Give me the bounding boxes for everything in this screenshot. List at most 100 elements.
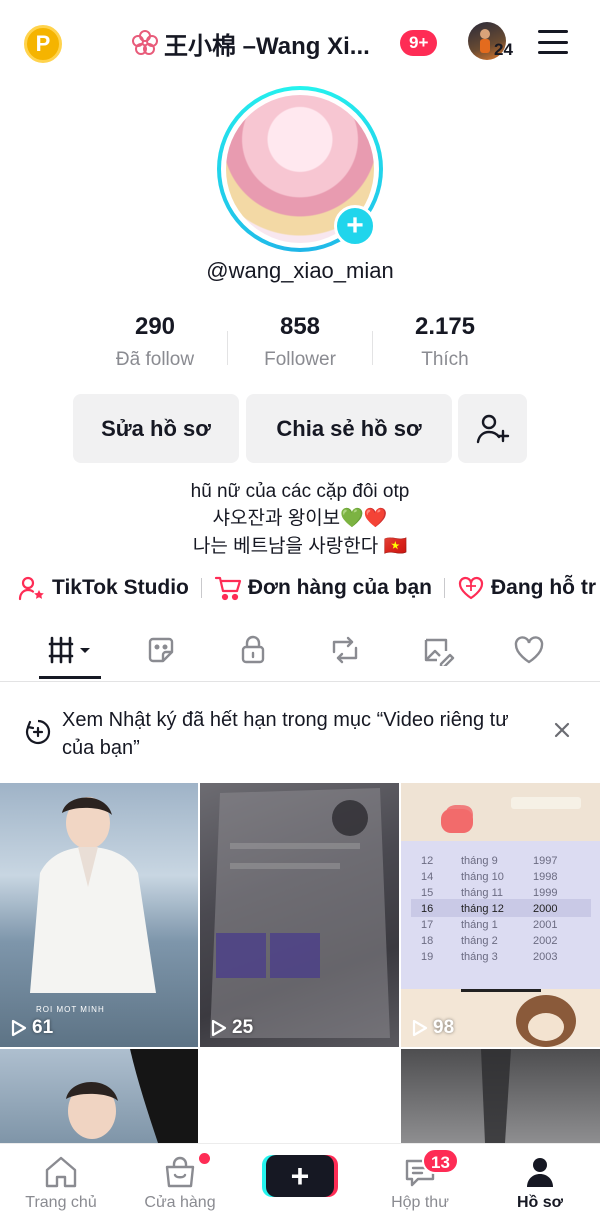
stat-followers[interactable]: 858 Follower [225, 313, 375, 371]
tab-reposts[interactable] [315, 630, 375, 670]
play-icon [412, 1019, 428, 1037]
link-label: Đang hỗ tr [491, 576, 596, 599]
lock-icon [241, 635, 265, 664]
username: @wang_xiao_mian [206, 258, 394, 283]
content-tabs [0, 622, 600, 682]
person-figure-icon [66, 1049, 198, 1143]
picker-year: 2001 [533, 919, 558, 931]
picker-month: tháng 1 [461, 919, 498, 931]
picker-year: 2002 [533, 935, 558, 947]
picker-month: tháng 12 [461, 903, 504, 915]
share-profile-button[interactable]: Chia sẻ hồ sơ [246, 394, 452, 463]
stat-value: 2.175 [414, 313, 476, 340]
bio-line: 샤오잔과 왕이보💚❤️ [212, 508, 388, 529]
support-link[interactable]: Đang hỗ tr [457, 575, 596, 601]
tagged-icon [424, 638, 455, 666]
person-star-icon [18, 576, 44, 601]
video-thumbnail[interactable] [0, 1049, 198, 1143]
repost-icon [332, 636, 358, 664]
view-count: 61 [10, 1017, 53, 1039]
cart-icon [214, 576, 241, 601]
stat-label: Thích [421, 349, 469, 370]
inbox-badge: 13 [422, 1148, 459, 1174]
expired-log-notice[interactable]: Xem Nhật ký đã hết hạn trong mục “Video … [0, 682, 600, 782]
picker-day: 19 [421, 951, 434, 963]
video-caption: ROI MOT MINH [36, 1005, 105, 1014]
add-story-button[interactable]: + [334, 205, 376, 247]
stat-label: Follower [264, 349, 336, 370]
videos-grid-icon [48, 636, 90, 664]
orders-link[interactable]: Đơn hàng của bạn [214, 575, 432, 601]
play-icon [11, 1019, 27, 1037]
profile-icon [527, 1158, 553, 1187]
tab-private[interactable] [223, 630, 283, 670]
picker-day: 12 [421, 855, 434, 867]
tab-tagged[interactable] [408, 630, 468, 670]
shop-notification-dot [199, 1153, 210, 1164]
play-icon [211, 1019, 227, 1037]
bio-line: hũ nữ của các cặp đôi otp [190, 481, 410, 502]
heart-support-icon [458, 576, 484, 600]
bottom-navigation: Trang chủ Cửa hàng + Hộp thư 13 Hồ sơ [0, 1143, 600, 1221]
view-count-value: 61 [32, 1017, 54, 1038]
flower-icon [132, 30, 158, 55]
menu-icon[interactable] [538, 30, 568, 54]
nav-home[interactable]: Trang chủ [6, 1154, 116, 1212]
picker-year: 1999 [533, 887, 558, 899]
quick-links: TikTok Studio Đơn hàng của bạn Đang hỗ t… [18, 570, 596, 606]
tab-videos[interactable] [40, 630, 102, 670]
create-button[interactable]: + [266, 1155, 334, 1197]
close-icon[interactable] [552, 720, 572, 740]
link-label: Đơn hàng của bạn [247, 576, 432, 599]
picker-month: tháng 3 [461, 951, 498, 963]
tab-stickers[interactable] [131, 630, 191, 670]
picker-year: 1998 [533, 871, 558, 883]
top-header: P 王小棉 –Wang Xi... 9+ 24 [0, 0, 600, 86]
coins-icon[interactable]: P [24, 25, 62, 63]
stat-label: Đã follow [115, 349, 195, 370]
video-thumbnail[interactable] [401, 1049, 600, 1143]
picker-day: 15 [421, 887, 434, 899]
view-count-value: 25 [232, 1017, 254, 1038]
picker-day: 14 [421, 871, 434, 883]
story-plus-icon [25, 719, 51, 745]
profile-title[interactable]: 王小棉 –Wang Xi... [130, 24, 370, 62]
add-friend-button[interactable] [458, 394, 527, 463]
stat-following[interactable]: 290 Đã follow [80, 313, 230, 371]
grayscale-photo [481, 1049, 511, 1143]
notification-badge[interactable]: 9+ [400, 30, 438, 56]
nav-shop[interactable]: Cửa hàng [125, 1154, 235, 1212]
divider [444, 578, 445, 598]
picker-month: tháng 11 [461, 887, 504, 899]
picker-month: tháng 2 [461, 935, 498, 947]
picker-month: tháng 9 [461, 855, 498, 867]
nav-label: Hồ sơ [516, 1194, 564, 1211]
tiktok-studio-link[interactable]: TikTok Studio [18, 575, 189, 601]
video-thumbnail[interactable]: 12 tháng 9 1997 14 tháng 10 1998 15 tháng 11 1… [401, 783, 600, 1047]
edit-profile-button[interactable]: Sửa hồ sơ [73, 394, 239, 463]
home-icon [45, 1156, 77, 1188]
stat-likes[interactable]: 2.175 Thích [370, 313, 520, 371]
video-thumbnail[interactable]: ROI MOT MINH 61 [0, 783, 198, 1047]
picker-month: tháng 10 [461, 871, 504, 883]
heart-icon [514, 636, 544, 664]
stat-value: 858 [279, 313, 321, 340]
add-person-icon [476, 414, 509, 443]
nav-profile[interactable]: Hồ sơ [485, 1154, 595, 1212]
link-label: TikTok Studio [52, 576, 189, 599]
picker-day: 17 [421, 919, 434, 931]
blurred-paper-image [210, 788, 390, 1038]
video-thumbnail[interactable]: 25 [200, 783, 399, 1047]
notice-text: Xem Nhật ký đã hết hạn trong mục “Video … [62, 709, 509, 759]
picker-year: 2003 [533, 951, 558, 963]
tab-liked[interactable] [499, 630, 559, 670]
nav-label: Cửa hàng [144, 1194, 216, 1211]
bio-line: 나는 베트남을 사랑한다 🇻🇳 [192, 536, 408, 557]
picker-day: 16 [421, 903, 434, 915]
shopping-bag-icon [165, 1156, 195, 1188]
picker-year: 1997 [533, 855, 558, 867]
nav-label: Trang chủ [25, 1194, 97, 1211]
account-count: 24 [494, 40, 513, 59]
date-picker: 12 tháng 9 1997 14 tháng 10 1998 15 tháng 11 1… [421, 853, 591, 965]
stat-value: 290 [134, 313, 176, 340]
